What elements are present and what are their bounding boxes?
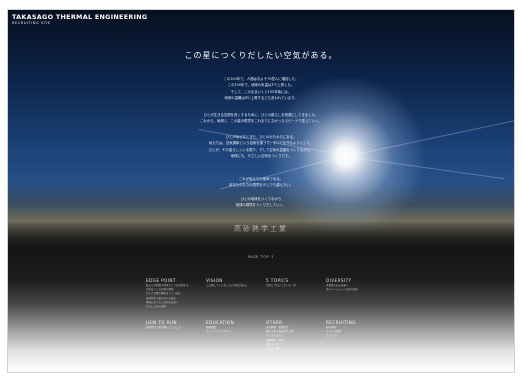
message-paragraph-1: この100年で、人間はおよそ70億人に増加した。 この100年で、地球の気温は1…	[223, 77, 299, 101]
footer-column-5-topics: 5 TOPICS 空気とプロジェクトの一歩	[266, 278, 296, 288]
footer-link[interactable]: エントリー	[326, 334, 356, 338]
footer-column-recruiting: RECRUITING 新卒採用 キャリア採用 エントリー	[326, 320, 356, 339]
message-paragraph-4: これが私たちの使命である。 あなたのお力の限界を少しでも越えたい。	[228, 177, 294, 188]
logo-subtitle: RECRUITING SITE	[12, 21, 51, 25]
footer-nav: PAGE TOP ↑ EDGE POINT 私たちが目指す環境づくりを実現する …	[8, 248, 514, 372]
footer-column-diversity: DIVERSITY 多様性のある未来へ ダイバーシティへの取り組み	[326, 278, 358, 292]
footer-link[interactable]: この星につくりだしたい空気がある。	[206, 284, 249, 288]
footer-link[interactable]: わたしたちの技術	[146, 305, 189, 309]
site-logo[interactable]: TAKASAGO THERMAL ENGINEERING RECRUITING …	[12, 13, 147, 26]
footer-column-edge-point: EDGE POINT 私たちが目指す環境づくりを実現する 空気をつくる仕事の領域…	[146, 278, 189, 309]
footer-column-vision: VISION この星につくりだしたい空気がある。	[206, 278, 249, 288]
page: TAKASAGO THERMAL ENGINEERING RECRUITING …	[8, 10, 514, 372]
footer-column-join-to-run: JOIN TO RUN 高砂熱学工業で働くということ	[146, 320, 181, 330]
footer-column-other: OTHER 会社概要・事業紹介 数字で見る高砂熱学工業 ワークスタイル 福利厚生…	[266, 320, 294, 351]
hero-section: TAKASAGO THERMAL ENGINEERING RECRUITING …	[8, 10, 514, 248]
footer-link[interactable]: キャリアアップサポート	[206, 330, 234, 334]
footer-link[interactable]: よくある質問	[266, 347, 294, 351]
message-paragraph-2: ひとが生きる空間を良くするために、ひとの暮らしを快適にしてきました。 これから、…	[200, 113, 322, 124]
logo-company-name: TAKASAGO THERMAL ENGINEERING	[12, 13, 148, 21]
message-paragraph-5: ひとの地球をつくりながら 地球の環境をつくりだしていく。	[235, 197, 287, 208]
page-headline: この星につくりだしたい空気がある。	[184, 51, 338, 60]
message-paragraph-3: ひとが幸せなときも、ひとのかたわらにある。 私たちは、空気調和という技術を使って…	[208, 135, 314, 159]
page-top-link[interactable]: PAGE TOP ↑	[8, 255, 514, 259]
footer-column-education: EDUCATION 研修制度 キャリアアップサポート	[206, 320, 234, 334]
footer-link[interactable]: 空気とプロジェクトの一歩	[266, 284, 296, 288]
footer-link[interactable]: ダイバーシティへの取り組み	[326, 288, 358, 292]
company-signature: 高砂熱学工業	[234, 225, 288, 233]
footer-link[interactable]: 高砂熱学工業で働くということ	[146, 326, 181, 330]
